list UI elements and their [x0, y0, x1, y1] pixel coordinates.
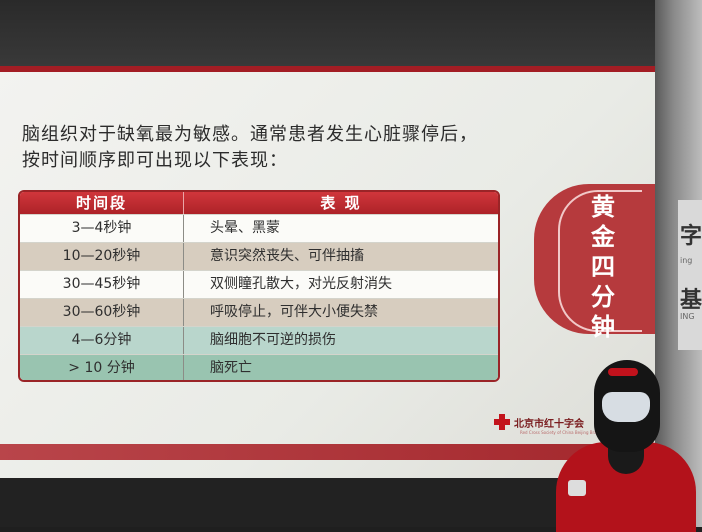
table-row: 30—45秒钟 双侧瞳孔散大，对光反射消失 [20, 270, 498, 298]
banner-char: 字 [680, 224, 702, 249]
banner-subtext: ING [680, 312, 695, 321]
table-row: 4—6分钟 脑细胞不可逆的损伤 [20, 326, 498, 354]
banner-char: 基 [680, 288, 702, 313]
badge-char: 黄 [591, 193, 615, 221]
cell-time: 4—6分钟 [20, 327, 184, 354]
symptom-table: 时间段 表 现 3—4秒钟 头晕、黑蒙 10—20秒钟 意识突然丧失、可伴抽搐 … [18, 190, 500, 382]
badge-char: 金 [591, 223, 615, 251]
header-symptom: 表 现 [320, 194, 362, 212]
table-header: 时间段 表 现 [20, 192, 498, 214]
badge-text: 黄 金 四 分 钟 [583, 192, 623, 342]
badge-char: 钟 [591, 313, 615, 341]
header-time: 时间段 [20, 192, 184, 214]
red-cross-icon [494, 414, 510, 430]
cell-time: 3—4秒钟 [20, 215, 184, 242]
vest-badge [568, 480, 586, 496]
hair-clip [608, 368, 638, 376]
intro-line: 脑组织对于缺氧最为敏感。通常患者发生心脏骤停后， [22, 124, 478, 145]
table-row: > 10 分钟 脑死亡 [20, 354, 498, 380]
table-row: 30—60秒钟 呼吸停止，可伴大小便失禁 [20, 298, 498, 326]
banner-subtext: ing [680, 256, 693, 265]
cell-symptom: 双侧瞳孔散大，对光反射消失 [210, 276, 392, 292]
room-ceiling [0, 0, 702, 70]
cell-time: 30—60秒钟 [20, 299, 184, 326]
cell-symptom: 呼吸停止，可伴大小便失禁 [210, 304, 378, 320]
table-row: 3—4秒钟 头晕、黑蒙 [20, 214, 498, 242]
cell-time: 30—45秒钟 [20, 271, 184, 298]
intro-line: 按时间顺序即可出现以下表现： [22, 150, 288, 171]
cell-symptom: 意识突然丧失、可伴抽搐 [210, 248, 364, 264]
table-row: 10—20秒钟 意识突然丧失、可伴抽搐 [20, 242, 498, 270]
cell-symptom: 脑细胞不可逆的损伤 [210, 332, 336, 348]
face-mask [602, 392, 650, 422]
cell-symptom: 脑死亡 [210, 360, 252, 376]
background-banner: 字 ing 基 ING [678, 200, 702, 350]
badge-char: 分 [591, 283, 615, 311]
cell-time: > 10 分钟 [20, 355, 184, 380]
slide-top-bar [0, 66, 655, 72]
cell-time: 10—20秒钟 [20, 243, 184, 270]
intro-text: 脑组织对于缺氧最为敏感。通常患者发生心脏骤停后， 按时间顺序即可出现以下表现： [22, 122, 582, 174]
badge-char: 四 [591, 253, 615, 281]
presenter-person [550, 356, 702, 532]
cell-symptom: 头晕、黑蒙 [210, 220, 280, 236]
